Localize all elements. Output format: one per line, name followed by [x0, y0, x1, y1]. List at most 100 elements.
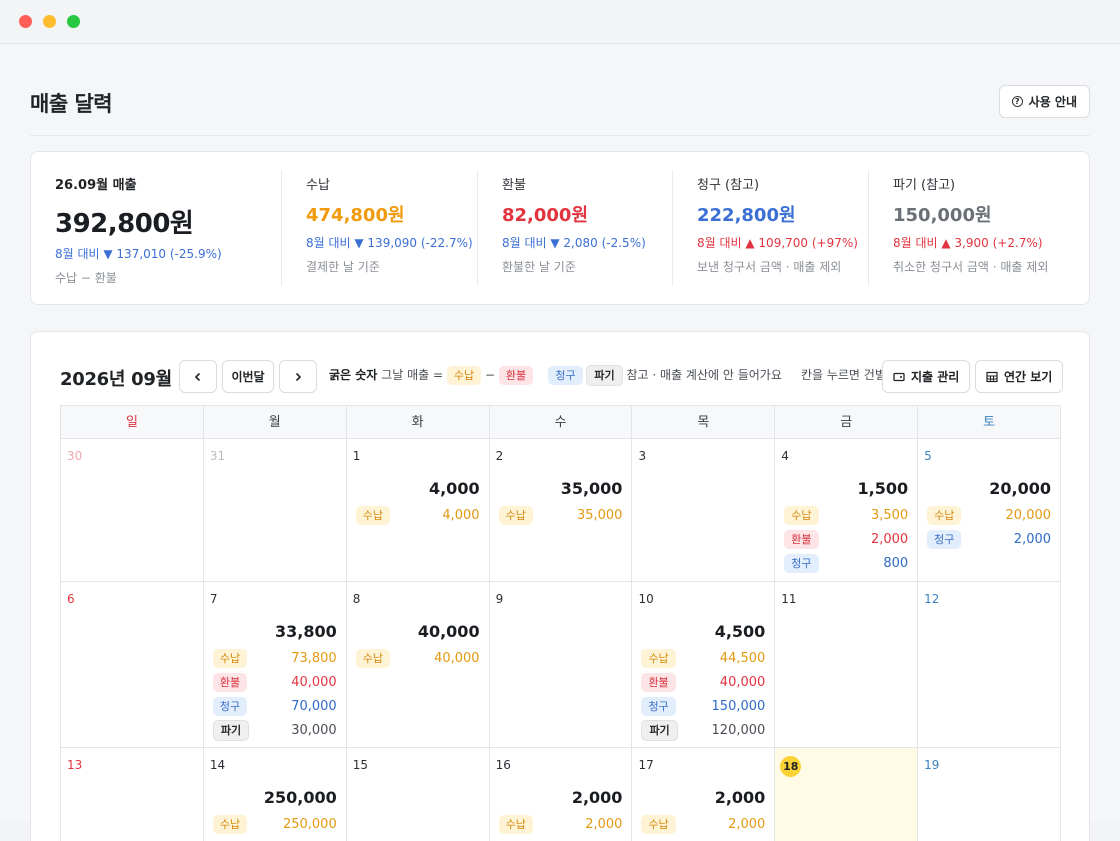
chevron-left-icon [194, 372, 201, 381]
legend-minus: − [484, 368, 495, 382]
day-number: 13 [67, 758, 83, 772]
main-content: 매출 달력 ? 사용 안내 26.09월 매출 392,800원 8월 대비 ▼… [30, 44, 1090, 841]
entry-amount: 20,000 [1005, 507, 1052, 523]
summary-col-delta: 8월 대비 ▼ 2,080 (-2.5%) [502, 236, 646, 250]
calendar-day-cell[interactable]: 10 4,500 수납 44,500 환불 40,000 청구 150,000 파기 120,00… [632, 582, 776, 748]
calendar-day-cell[interactable]: 17 2,000 수납 2,000 [632, 748, 776, 841]
summary-col-value: 222,800원 [697, 205, 796, 226]
day-number: 31 [209, 449, 226, 463]
entry-type-chip: 수납 [355, 505, 390, 525]
day-entry: 수납 3,500 [784, 503, 908, 527]
day-total-amount: 250,000 [263, 788, 337, 807]
calendar-week-row: 13 14 250,000 수납 250,000 15 16 2,000 수납 2,000 17 2,… [61, 748, 1062, 841]
calendar-day-cell[interactable]: 14 250,000 수납 250,000 [204, 748, 347, 841]
chevron-right-icon [295, 372, 302, 381]
window-titlebar [0, 0, 1120, 44]
day-number: 2 [495, 449, 504, 463]
entry-amount: 44,500 [719, 650, 766, 666]
day-number: 8 [352, 592, 361, 606]
entry-type-chip: 환불 [784, 529, 819, 549]
help-button[interactable]: ? 사용 안내 [998, 85, 1090, 118]
calendar-day-cell[interactable]: 16 2,000 수납 2,000 [490, 748, 633, 841]
grid-icon [986, 371, 998, 382]
summary-col-note: 취소한 청구서 금액 · 매출 제외 [893, 260, 1049, 274]
calendar-day-cell[interactable]: 8 40,000 수납 40,000 [346, 582, 490, 748]
calendar-day-cell[interactable]: 7 33,800 수납 73,800 환불 40,000 청구 70,000 파기 30,000 [203, 582, 347, 748]
entry-type-chip: 청구 [212, 696, 248, 716]
calendar-day-cell[interactable]: 4 1,500 수납 3,500 환불 2,000 청구 800 [775, 439, 919, 582]
summary-main-label: 26.09월 매출 [55, 178, 137, 193]
entry-amount: 120,000 [711, 722, 766, 738]
calendar-day-cell[interactable]: 3 [632, 439, 776, 582]
day-entry: 청구 70,000 [212, 694, 337, 718]
day-number: 5 [924, 449, 932, 463]
calendar-day-cell[interactable]: 5 20,000 수납 20,000 청구 2,000 [918, 439, 1062, 582]
maximize-window-button[interactable] [67, 15, 80, 28]
calendar-day-cell[interactable]: 13 [61, 748, 204, 841]
legend-chip-billing: 청구 [548, 366, 583, 385]
day-entry: 수납 2,000 [641, 812, 765, 836]
day-entry: 수납 4,000 [355, 503, 480, 527]
entry-amount: 30,000 [291, 722, 337, 738]
day-entry: 환불 2,000 [784, 527, 908, 551]
expense-management-button[interactable]: 지출 관리 [882, 360, 971, 393]
day-number: 16 [495, 758, 511, 772]
entry-type-chip: 수납 [784, 505, 819, 525]
summary-col-billing: 청구 (참고) 222,800원 8월 대비 ▲ 109,700 (+97%) … [672, 170, 868, 286]
entry-amount: 800 [883, 555, 909, 571]
weekday-header-row: 일 월 화 수 목 금 토 [61, 406, 1062, 439]
calendar-day-cell[interactable]: 19 [918, 748, 1062, 841]
day-entry: 파기 30,000 [212, 718, 337, 742]
calendar-day-cell[interactable]: 15 [347, 748, 490, 841]
entry-amount: 40,000 [291, 674, 337, 690]
next-month-button[interactable] [279, 360, 317, 393]
entry-amount: 150,000 [711, 698, 766, 714]
summary-col-label: 환불 [502, 178, 526, 193]
weekday-header-sat: 토 [918, 406, 1062, 439]
entry-type-chip: 수납 [498, 814, 533, 834]
day-entries: 수납 73,800 환불 40,000 청구 70,000 파기 30,000 [212, 646, 337, 742]
day-entry: 청구 800 [784, 551, 908, 575]
calendar-day-cell[interactable]: 12 [918, 582, 1062, 748]
day-entries: 수납 2,000 [498, 812, 622, 836]
yearly-view-button[interactable]: 연간 보기 [975, 360, 1064, 393]
calendar-day-cell[interactable]: 11 [775, 582, 919, 748]
summary-col-label: 파기 (참고) [893, 178, 956, 193]
summary-col-delta: 8월 대비 ▲ 109,700 (+97%) [697, 236, 858, 250]
calendar-day-cell[interactable]: 31 [203, 439, 347, 582]
day-entries: 수납 35,000 [498, 503, 622, 527]
calendar-day-cell[interactable]: 6 [61, 582, 204, 748]
day-entry: 파기 120,000 [641, 718, 765, 742]
day-entry: 청구 150,000 [641, 694, 765, 718]
day-entries: 수납 250,000 [212, 812, 337, 836]
weekday-header-sun: 일 [61, 406, 204, 439]
day-number: 19 [924, 758, 940, 772]
summary-col-value: 474,800원 [306, 205, 405, 226]
day-number: 14 [209, 758, 226, 772]
calendar-day-cell[interactable]: 1 4,000 수납 4,000 [346, 439, 490, 582]
summary-main: 26.09월 매출 392,800원 8월 대비 ▼ 137,010 (-25.… [31, 170, 281, 286]
minimize-window-button[interactable] [43, 15, 56, 28]
entry-type-chip: 환불 [641, 672, 676, 692]
summary-col-refund: 환불 82,000원 8월 대비 ▼ 2,080 (-2.5%) 환불한 날 기… [477, 170, 672, 286]
close-window-button[interactable] [19, 15, 32, 28]
this-month-button[interactable]: 이번달 [222, 360, 274, 393]
day-entry: 수납 35,000 [498, 503, 622, 527]
day-number: 11 [781, 592, 797, 606]
calendar-day-cell[interactable]: 9 [489, 582, 633, 748]
summary-main-value: 392,800원 [55, 209, 194, 239]
calendar-day-cell[interactable]: 18 [775, 748, 919, 841]
legend-chip-refund: 환불 [498, 366, 534, 385]
summary-col-delta: 8월 대비 ▲ 3,900 (+2.7%) [893, 236, 1043, 250]
day-entry: 수납 73,800 [212, 646, 337, 670]
summary-col-note: 환불한 날 기준 [502, 260, 576, 274]
day-entries: 수납 44,500 환불 40,000 청구 150,000 파기 120,000 [641, 646, 765, 742]
calendar-day-cell[interactable]: 30 [61, 439, 204, 582]
page-header: 매출 달력 ? 사용 안내 [30, 44, 1090, 136]
entry-amount: 40,000 [719, 674, 766, 690]
prev-month-button[interactable] [179, 360, 217, 393]
entry-amount: 250,000 [282, 816, 337, 832]
legend-ref-text: 참고 · 매출 계산에 안 들어가요 [626, 368, 782, 382]
calendar-day-cell[interactable]: 2 35,000 수납 35,000 [489, 439, 633, 582]
entry-amount: 40,000 [434, 650, 480, 666]
